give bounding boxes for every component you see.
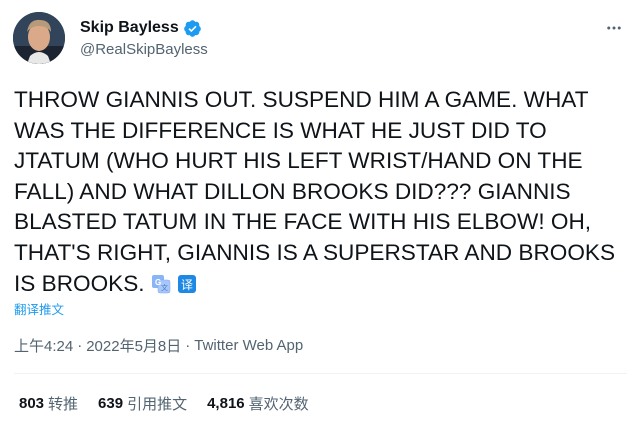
likes-stat[interactable]: 4,816 喜欢次数 [207, 393, 309, 414]
tweet-time[interactable]: 上午4:24 [14, 335, 73, 356]
tweet-meta: 上午4:24 · 2022年5月8日 · Twitter Web App [14, 335, 303, 356]
user-handle[interactable]: @RealSkipBayless [80, 41, 208, 58]
translate-yi-icon: 译 [177, 272, 197, 303]
more-options-icon[interactable] [602, 16, 626, 40]
svg-text:文: 文 [161, 283, 168, 292]
translate-google-icon: G文 [151, 272, 171, 303]
display-name[interactable]: Skip Bayless [80, 19, 179, 37]
name-row: Skip Bayless [80, 18, 208, 38]
avatar[interactable] [13, 12, 65, 64]
translate-tweet-link[interactable]: 翻译推文 [14, 299, 64, 318]
divider [14, 373, 627, 374]
tweet-text: THROW GIANNIS OUT. SUSPEND HIM A GAME. W… [14, 85, 626, 302]
retweets-stat[interactable]: 803 转推 [19, 393, 78, 414]
retweet-label: 转推 [48, 396, 79, 413]
tweet-source[interactable]: Twitter Web App [194, 337, 303, 354]
user-name-block: Skip Bayless @RealSkipBayless [80, 18, 208, 58]
engagement-stats: 803 转推 639 引用推文 4,816 喜欢次数 [19, 393, 329, 414]
verified-badge-icon [183, 19, 202, 38]
like-label: 喜欢次数 [248, 396, 309, 413]
retweet-count: 803 [19, 395, 45, 412]
tweet-body: THROW GIANNIS OUT. SUSPEND HIM A GAME. W… [14, 87, 616, 296]
tweet-header: Skip Bayless @RealSkipBayless [13, 12, 628, 66]
meta-separator: · [185, 337, 191, 354]
quote-label: 引用推文 [127, 396, 188, 413]
tweet-date[interactable]: 2022年5月8日 [86, 335, 181, 356]
meta-separator: · [77, 337, 83, 354]
quote-tweets-stat[interactable]: 639 引用推文 [98, 393, 187, 414]
svg-text:译: 译 [181, 278, 193, 292]
quote-count: 639 [98, 395, 124, 412]
like-count: 4,816 [207, 395, 245, 412]
